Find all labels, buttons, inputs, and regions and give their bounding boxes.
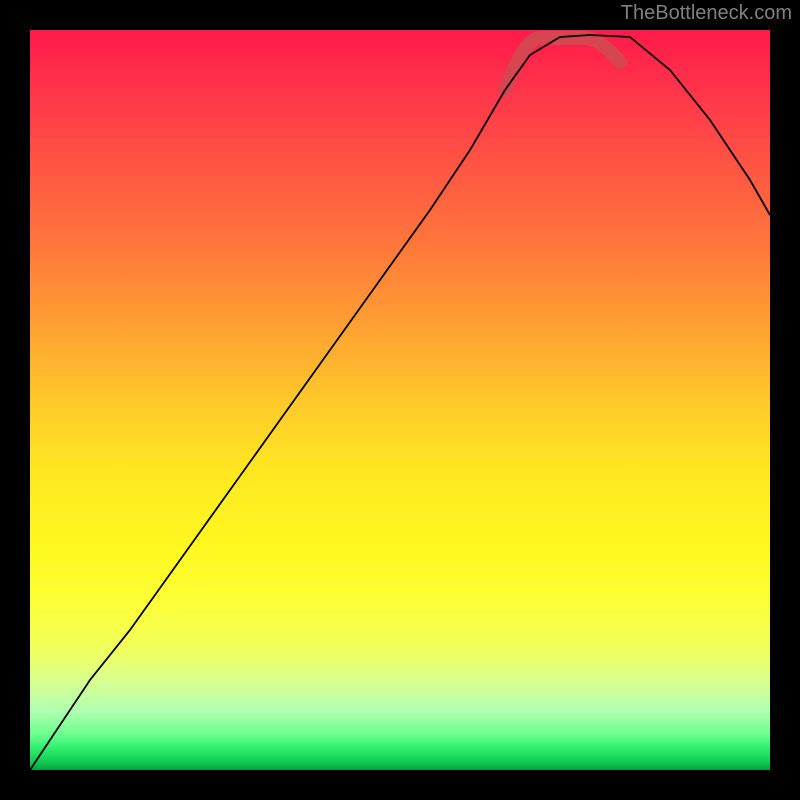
chart-plot-area — [30, 30, 770, 770]
chart-svg — [30, 30, 770, 770]
attribution-text: TheBottleneck.com — [621, 2, 792, 25]
bottleneck-curve — [30, 35, 770, 770]
valley-highlight — [505, 38, 620, 90]
